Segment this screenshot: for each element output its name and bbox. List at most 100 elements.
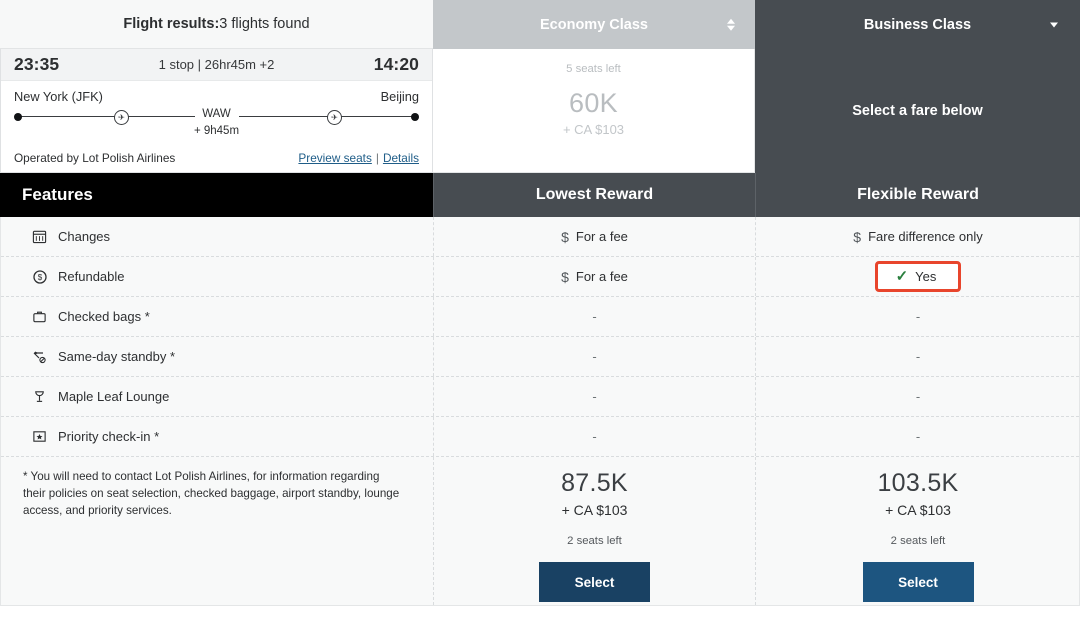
comparison-table-header: Features Lowest Reward Flexible Reward xyxy=(0,173,1080,217)
lowest-reward-value-cell: - xyxy=(434,417,756,456)
lowest-reward-value: - xyxy=(592,309,597,324)
flexible-reward-value-cell: $ Fare difference only xyxy=(756,217,1080,256)
select-lowest-reward-button[interactable]: Select xyxy=(539,562,650,602)
feature-label: Maple Leaf Lounge xyxy=(58,389,170,404)
feature-name-cell: Checked bags * xyxy=(1,297,434,336)
flexible-reward-miles: 103.5K xyxy=(877,469,959,497)
lowest-reward-value-cell: - xyxy=(434,337,756,376)
route-diagram: New York (JFK) Beijing ✈ ✈ WAW + 9h45m xyxy=(1,81,432,145)
flexible-reward-cash: + CA $103 xyxy=(885,502,951,518)
feature-label: Same-day standby * xyxy=(58,349,176,364)
flexible-reward-value-cell: ✓ Yes xyxy=(756,257,1080,296)
status-badge: ✓ Yes xyxy=(874,261,962,292)
destination-city: Beijing xyxy=(380,89,419,104)
flexible-reward-value: - xyxy=(915,309,921,324)
feature-label: Priority check-in * xyxy=(58,429,160,444)
route-line: ✈ ✈ WAW xyxy=(14,108,419,125)
lowest-reward-value: - xyxy=(592,389,597,404)
lowest-reward-cash: + CA $103 xyxy=(561,502,628,518)
feature-label: Checked bags * xyxy=(58,309,150,324)
economy-fare-panel[interactable]: 5 seats left 60K + CA $103 xyxy=(433,49,755,173)
flexible-reward-value: Fare difference only xyxy=(868,229,983,244)
operated-by-label: Operated by Lot Polish Airlines xyxy=(14,151,176,165)
flight-itinerary-card: 23:35 1 stop | 26hr45m +2 14:20 New York… xyxy=(0,49,433,173)
link-separator: | xyxy=(375,151,379,165)
flight-summary-row: 23:35 1 stop | 26hr45m +2 14:20 New York… xyxy=(0,49,1080,173)
flexible-reward-value: Yes xyxy=(915,269,937,284)
airline-logo-icon: ✈ xyxy=(114,110,129,125)
flight-fare-comparison-page: Flight results: 3 flights found Economy C… xyxy=(0,0,1080,644)
select-fare-prompt: Select a fare below xyxy=(852,103,983,119)
tab-economy-class-label: Economy Class xyxy=(540,16,648,33)
flight-results-label: Flight results: xyxy=(123,16,220,32)
flexible-reward-seats-left: 2 seats left xyxy=(890,535,946,547)
dollar-icon: $ xyxy=(561,228,569,245)
top-tab-bar: Flight results: 3 flights found Economy C… xyxy=(0,0,1080,49)
lowest-reward-seats-left: 2 seats left xyxy=(567,535,622,547)
feature-name-cell: Priority check-in * xyxy=(1,417,434,456)
feature-name-cell: Same-day standby * xyxy=(1,337,434,376)
fare-footer-row: * You will need to contact Lot Polish Ai… xyxy=(1,457,1079,605)
table-row: Checked bags * - - xyxy=(1,297,1079,337)
lowest-reward-value: - xyxy=(592,429,597,444)
flight-duration-summary: 1 stop | 26hr45m +2 xyxy=(158,57,275,72)
business-fare-panel: Select a fare below xyxy=(755,49,1080,173)
table-row: Changes $ For a fee $ Fare difference on… xyxy=(1,217,1079,257)
tab-economy-class[interactable]: Economy Class xyxy=(433,0,755,49)
table-row: Priority check-in * - - xyxy=(1,417,1079,457)
svg-text:$: $ xyxy=(37,273,42,282)
lowest-reward-value-cell: - xyxy=(434,377,756,416)
tab-business-class[interactable]: Business Class xyxy=(755,0,1080,49)
operator-row: Operated by Lot Polish Airlines Preview … xyxy=(1,145,432,172)
layover-duration: + 9h45m xyxy=(193,125,240,137)
flexible-reward-column-header: Flexible Reward xyxy=(755,173,1080,217)
lowest-reward-value: For a fee xyxy=(575,229,628,244)
feature-name-cell: Changes xyxy=(1,217,434,256)
flexible-reward-value: - xyxy=(915,389,921,404)
layover-airport-code: WAW xyxy=(194,108,239,120)
details-link[interactable]: Details xyxy=(383,151,419,165)
arrival-time: 14:20 xyxy=(373,54,419,74)
lowest-reward-value: - xyxy=(592,349,597,364)
comparison-table-body: Changes $ For a fee $ Fare difference on… xyxy=(0,217,1080,606)
flexible-reward-value: - xyxy=(915,429,921,444)
lounge-glass-icon xyxy=(31,388,48,405)
preview-seats-link[interactable]: Preview seats xyxy=(298,151,371,165)
features-column-header: Features xyxy=(0,173,433,217)
economy-seats-left: 5 seats left xyxy=(566,63,621,75)
flexible-reward-value-cell: - xyxy=(756,337,1080,376)
flexible-reward-value-cell: - xyxy=(756,297,1080,336)
chevron-down-icon xyxy=(1050,22,1058,27)
lowest-reward-value: For a fee xyxy=(575,269,628,284)
lowest-reward-value-cell: $ For a fee xyxy=(434,217,756,256)
dollar-icon: $ xyxy=(561,268,569,285)
lowest-reward-purchase-column: 87.5K + CA $103 2 seats left Select xyxy=(434,457,756,605)
itinerary-links: Preview seats | Details xyxy=(298,151,419,165)
flexible-reward-value: - xyxy=(915,349,921,364)
lowest-reward-value-cell: $ For a fee xyxy=(434,257,756,296)
table-row: $ Refundable $ For a fee ✓ Yes xyxy=(1,257,1079,297)
priority-star-icon xyxy=(31,428,48,445)
tab-business-class-label: Business Class xyxy=(863,16,972,33)
flexible-reward-value-cell: - xyxy=(756,417,1080,456)
feature-label: Changes xyxy=(58,229,111,244)
origin-city: New York (JFK) xyxy=(14,89,103,104)
check-icon: ✓ xyxy=(895,268,909,285)
dollar-icon: $ xyxy=(853,228,862,245)
origin-dot-icon xyxy=(14,112,22,121)
feature-name-cell: $ Refundable xyxy=(1,257,434,296)
economy-cash-price: + CA $103 xyxy=(562,122,625,137)
airline-logo-icon: ✈ xyxy=(327,110,342,125)
departure-time: 23:35 xyxy=(14,54,60,74)
flight-results-summary: Flight results: 3 flights found xyxy=(0,0,433,49)
footnote-text: * You will need to contact Lot Polish Ai… xyxy=(1,457,434,605)
refund-dollar-circle-icon: $ xyxy=(31,268,48,285)
updown-chevron-icon xyxy=(727,18,735,31)
table-row: Same-day standby * - - xyxy=(1,337,1079,377)
checked-bag-icon xyxy=(31,308,48,325)
lowest-reward-miles: 87.5K xyxy=(561,469,628,497)
select-flexible-reward-button[interactable]: Select xyxy=(862,562,974,602)
feature-label: Refundable xyxy=(58,269,125,284)
lowest-reward-column-header: Lowest Reward xyxy=(433,173,755,217)
flexible-reward-purchase-column: 103.5K + CA $103 2 seats left Select xyxy=(756,457,1080,605)
